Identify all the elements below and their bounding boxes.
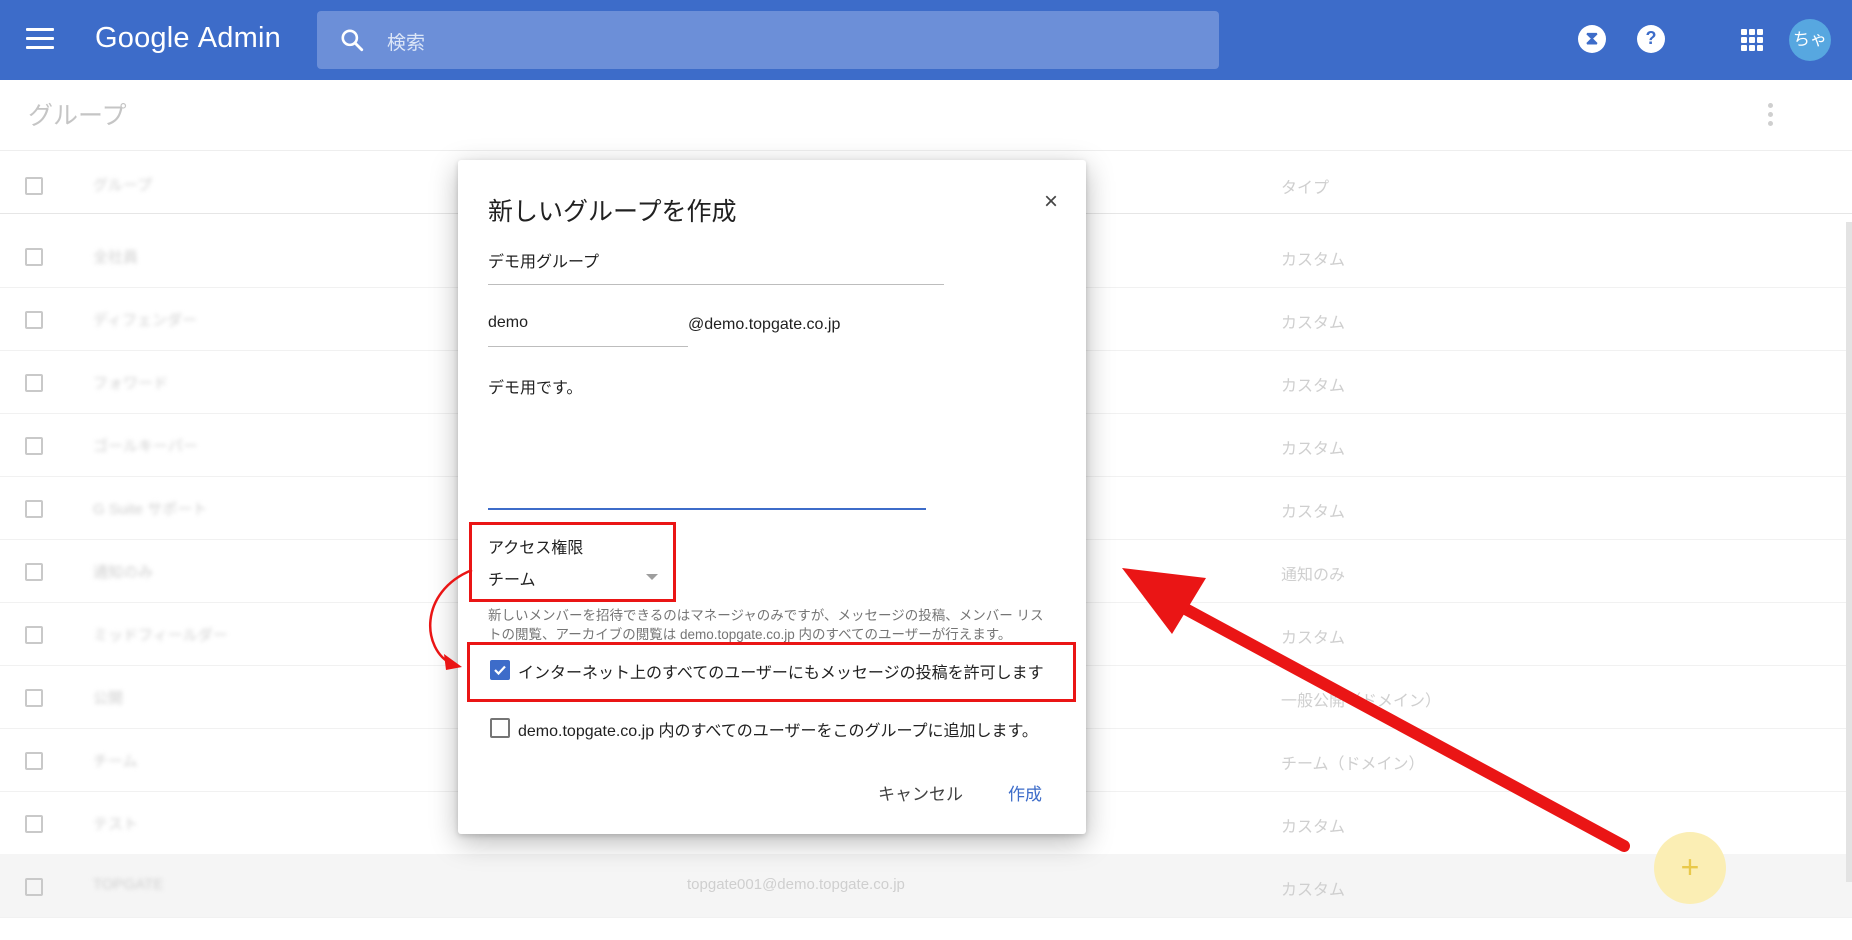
group-type: カスタム (1281, 630, 1346, 647)
group-type: カスタム (1281, 378, 1346, 395)
group-description-field[interactable]: デモ用です。 (488, 374, 926, 510)
create-button[interactable]: 作成 (1008, 780, 1042, 805)
group-name: ミッドフィールダー (93, 627, 228, 644)
group-name-field[interactable]: デモ用グループ (488, 248, 944, 285)
group-name: テスト (93, 816, 139, 833)
group-name: ゴールキーパー (93, 438, 198, 455)
top-app-bar: Google Admin 検索 ⧗ ? ちゃ (0, 0, 1852, 80)
more-options-icon[interactable] (1768, 103, 1774, 130)
group-type: カスタム (1281, 819, 1346, 836)
column-header-name: グループ (93, 177, 153, 194)
group-name: 公開 (93, 690, 124, 707)
row-checkbox[interactable] (25, 878, 43, 896)
google-admin-logo[interactable]: Google Admin (95, 22, 281, 55)
group-type: カスタム (1281, 441, 1346, 458)
close-icon[interactable]: × (1044, 190, 1058, 214)
logo-brand: Google (95, 22, 190, 54)
row-checkbox[interactable] (25, 689, 43, 707)
table-row[interactable]: TOPGATE topgate001@demo.topgate.co.jp カスタム (0, 854, 1852, 918)
group-name: チーム (93, 753, 138, 770)
row-checkbox[interactable] (25, 437, 43, 455)
checkbox-unchecked-icon[interactable] (490, 718, 510, 738)
highlight-box-internet-checkbox (467, 642, 1076, 702)
group-email: topgate001@demo.topgate.co.jp (687, 876, 905, 893)
group-name: フォワード (93, 375, 169, 392)
row-checkbox[interactable] (25, 248, 43, 266)
cancel-button[interactable]: キャンセル (878, 780, 963, 805)
scrollbar[interactable] (1846, 222, 1852, 882)
dialog-title: 新しいグループを作成 (488, 198, 737, 226)
search-icon (341, 29, 364, 52)
group-name: 通知のみ (93, 564, 154, 581)
hamburger-menu-icon[interactable] (26, 28, 54, 50)
row-checkbox[interactable] (25, 815, 43, 833)
row-checkbox[interactable] (25, 626, 43, 644)
group-name: 全社員 (93, 249, 139, 266)
column-header-type: タイプ (1281, 180, 1330, 197)
group-email-field[interactable]: demo (488, 314, 688, 347)
group-type: カスタム (1281, 252, 1346, 269)
logo-product: Admin (197, 22, 281, 54)
add-all-users-label: demo.topgate.co.jp 内のすべてのユーザーをこのグループに追加し… (518, 723, 1038, 740)
group-name: G Suite サポート (93, 501, 208, 518)
group-type: チーム（ドメイン） (1281, 756, 1425, 773)
group-type: 一般公開（ドメイン） (1281, 693, 1442, 710)
group-type: カスタム (1281, 315, 1346, 332)
email-domain-suffix: @demo.topgate.co.jp (688, 316, 841, 333)
search-box[interactable]: 検索 (317, 11, 1219, 69)
highlight-box-access (469, 522, 676, 602)
page-title: グループ (28, 102, 127, 130)
group-name: ディフェンダー (93, 312, 197, 329)
search-input[interactable]: 検索 (387, 28, 425, 55)
group-type: 通知のみ (1281, 567, 1346, 584)
create-group-dialog: 新しいグループを作成 × デモ用グループ demo @demo.topgate.… (458, 160, 1086, 834)
row-checkbox[interactable] (25, 752, 43, 770)
add-group-fab-button[interactable]: + (1654, 832, 1726, 904)
row-checkbox[interactable] (25, 500, 43, 518)
row-checkbox[interactable] (25, 311, 43, 329)
group-type: カスタム (1281, 504, 1346, 521)
row-checkbox[interactable] (25, 374, 43, 392)
hourglass-icon[interactable]: ⧗ (1578, 25, 1606, 53)
select-all-checkbox[interactable] (25, 177, 43, 195)
avatar[interactable]: ちゃ (1789, 19, 1831, 61)
group-type: カスタム (1281, 882, 1346, 899)
access-help-text: 新しいメンバーを招待できるのはマネージャのみですが、メッセージの投稿、メンバー … (488, 608, 1044, 642)
group-name: TOPGATE (93, 876, 164, 893)
help-icon[interactable]: ? (1637, 25, 1665, 53)
row-checkbox[interactable] (25, 563, 43, 581)
apps-grid-icon[interactable] (1741, 29, 1763, 51)
